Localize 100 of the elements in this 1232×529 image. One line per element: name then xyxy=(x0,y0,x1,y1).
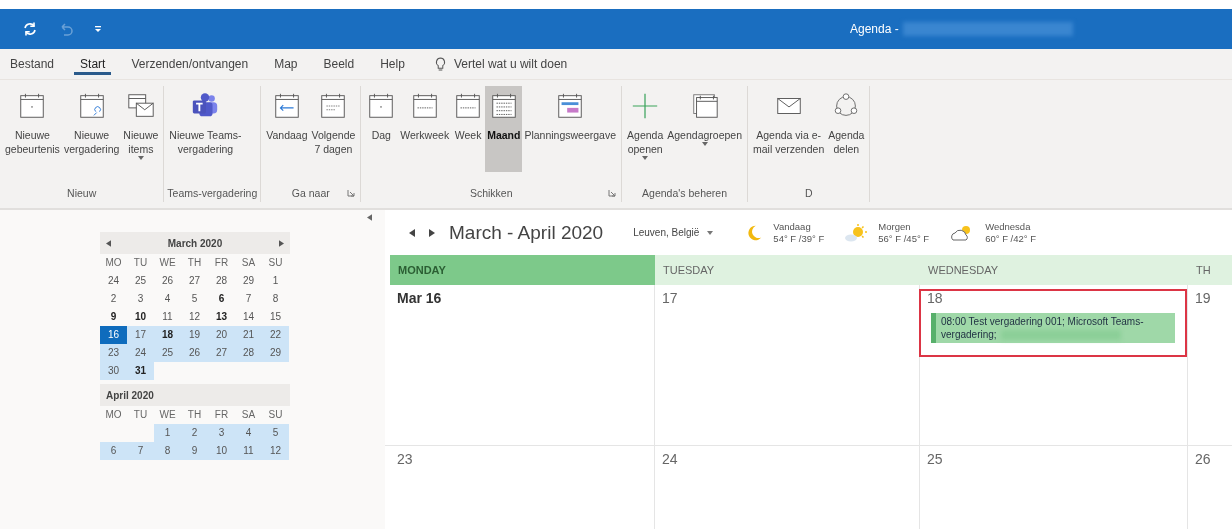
lightbulb-icon xyxy=(434,56,446,72)
day-cell[interactable]: 19 xyxy=(1188,285,1232,445)
ribbon-tab[interactable]: Start xyxy=(74,53,112,75)
dialog-launcher-icon[interactable] xyxy=(608,189,617,197)
day-cell[interactable]: 26 xyxy=(1188,446,1232,529)
ribbon-button[interactable]: Maand xyxy=(485,86,523,172)
weekday-label: WE xyxy=(158,256,177,270)
date-cell[interactable]: 1 xyxy=(154,424,181,442)
ribbon-button[interactable]: Nieuwe gebeurtenis xyxy=(3,86,62,172)
date-cell[interactable]: 2 xyxy=(100,290,127,308)
ribbon-button[interactable]: Vandaag xyxy=(264,86,310,172)
date-cell[interactable]: 17 xyxy=(127,326,154,344)
ribbon-button[interactable]: Agenda via e- mail verzenden xyxy=(751,86,827,172)
date-cell[interactable]: 5 xyxy=(262,424,289,442)
weekday-label: MO xyxy=(104,408,123,422)
ribbon-tab[interactable]: Map xyxy=(268,53,304,75)
date-cell[interactable]: 26 xyxy=(154,272,181,290)
day-cell[interactable]: 25 xyxy=(920,446,1188,529)
location-dropdown[interactable]: Leuven, België xyxy=(627,226,720,239)
date-cell[interactable]: 29 xyxy=(235,272,262,290)
date-cell[interactable]: 24 xyxy=(127,344,154,362)
date-cell[interactable]: 8 xyxy=(154,442,181,460)
sun-cloud-icon xyxy=(844,222,869,243)
date-cell[interactable]: 21 xyxy=(235,326,262,344)
date-cell[interactable]: 19 xyxy=(181,326,208,344)
date-cell[interactable]: 3 xyxy=(127,290,154,308)
date-cell[interactable]: 6 xyxy=(208,290,235,308)
date-cell[interactable]: 3 xyxy=(208,424,235,442)
date-cell[interactable]: 27 xyxy=(181,272,208,290)
date-cell[interactable]: 26 xyxy=(181,344,208,362)
date-cell[interactable]: 25 xyxy=(154,344,181,362)
date-cell[interactable]: 14 xyxy=(235,308,262,326)
date-cell[interactable]: 12 xyxy=(262,442,289,460)
date-cell[interactable]: 13 xyxy=(208,308,235,326)
ribbon-button[interactable]: Dag xyxy=(364,86,399,172)
ribbon-button[interactable]: Agendagroepen xyxy=(665,86,744,172)
ribbon-button[interactable]: Nieuwe items xyxy=(121,86,161,172)
date-cell[interactable]: 10 xyxy=(127,308,154,326)
day-cell[interactable]: 18 08:00 Test vergadering 001; Microsoft Teams-vergadering; xyxy=(920,285,1188,445)
date-cell[interactable]: 9 xyxy=(100,308,127,326)
ribbon-tab[interactable]: Verzenden/ontvangen xyxy=(125,53,255,75)
date-cell[interactable]: 16 xyxy=(100,326,127,344)
date-cell[interactable]: 6 xyxy=(100,442,127,460)
weekday-label: TH xyxy=(186,408,203,422)
date-cell[interactable]: 9 xyxy=(181,442,208,460)
ribbon-button[interactable]: Agenda openen xyxy=(625,86,666,172)
day-cell[interactable]: Mar 16 xyxy=(390,285,655,445)
day-cell[interactable]: 17 xyxy=(655,285,920,445)
date-cell[interactable]: 5 xyxy=(181,290,208,308)
ribbon-button[interactable]: Planningsweergave xyxy=(522,86,619,172)
ribbon-button[interactable]: Week xyxy=(451,86,486,172)
calendar-event[interactable]: 08:00 Test vergadering 001; Microsoft Teams-vergadering; xyxy=(931,313,1175,343)
date-cell[interactable]: 24 xyxy=(100,272,127,290)
previous-icon[interactable] xyxy=(409,228,415,237)
date-cell[interactable]: 30 xyxy=(100,362,127,380)
date-cell[interactable]: 11 xyxy=(154,308,181,326)
weekday-label: TU xyxy=(132,408,149,422)
date-cell[interactable]: 2 xyxy=(181,424,208,442)
date-cell[interactable]: 29 xyxy=(262,344,289,362)
date-cell[interactable]: 23 xyxy=(100,344,127,362)
date-label: 18 xyxy=(927,290,943,306)
date-cell[interactable]: 20 xyxy=(208,326,235,344)
ribbon-tab[interactable]: Beeld xyxy=(317,53,361,75)
date-cell[interactable]: 15 xyxy=(262,308,289,326)
weather-day-label: Wednesda xyxy=(985,220,1032,233)
search-field[interactable]: Vertel wat u wilt doen xyxy=(451,56,656,72)
ribbon-button[interactable]: Nieuwe Teams- vergadering xyxy=(167,86,244,172)
weekday-label: FR xyxy=(213,256,230,270)
ribbon-tab[interactable]: Help xyxy=(374,53,411,75)
collapse-arrow-icon[interactable] xyxy=(367,214,372,221)
date-cell[interactable]: 10 xyxy=(208,442,235,460)
previous-month-icon[interactable] xyxy=(106,239,111,247)
date-cell[interactable]: 28 xyxy=(208,272,235,290)
dialog-launcher-icon[interactable] xyxy=(347,189,356,197)
date-cell[interactable]: 18 xyxy=(154,326,181,344)
temperature-text: 54° F /39° F xyxy=(773,232,825,245)
day-cell[interactable]: 23 xyxy=(390,446,655,529)
next-month-icon[interactable] xyxy=(279,239,284,247)
date-cell[interactable]: 4 xyxy=(235,424,262,442)
ribbon-button[interactable]: Agenda delen xyxy=(826,86,867,172)
date-cell[interactable]: 8 xyxy=(262,290,289,308)
date-cell[interactable]: 27 xyxy=(208,344,235,362)
date-cell[interactable]: 7 xyxy=(235,290,262,308)
ribbon-tab[interactable]: Bestand xyxy=(4,53,61,75)
date-cell[interactable]: 31 xyxy=(127,362,154,380)
date-cell[interactable]: 4 xyxy=(154,290,181,308)
date-cell[interactable]: 22 xyxy=(262,326,289,344)
next-icon[interactable] xyxy=(429,228,435,237)
dropdown-icon[interactable] xyxy=(94,25,102,33)
date-cell[interactable]: 28 xyxy=(235,344,262,362)
date-cell[interactable]: 25 xyxy=(127,272,154,290)
day-cell[interactable]: 24 xyxy=(655,446,920,529)
ribbon-button[interactable]: Volgende 7 dagen xyxy=(309,86,358,172)
date-cell[interactable]: 7 xyxy=(127,442,154,460)
ribbon-button[interactable]: Werkweek xyxy=(398,86,452,172)
date-cell[interactable]: 12 xyxy=(181,308,208,326)
ribbon-button[interactable]: Nieuwe vergadering xyxy=(61,86,122,172)
date-cell[interactable]: 11 xyxy=(235,442,262,460)
date-cell[interactable]: 1 xyxy=(262,272,289,290)
sync-icon[interactable] xyxy=(22,21,38,37)
